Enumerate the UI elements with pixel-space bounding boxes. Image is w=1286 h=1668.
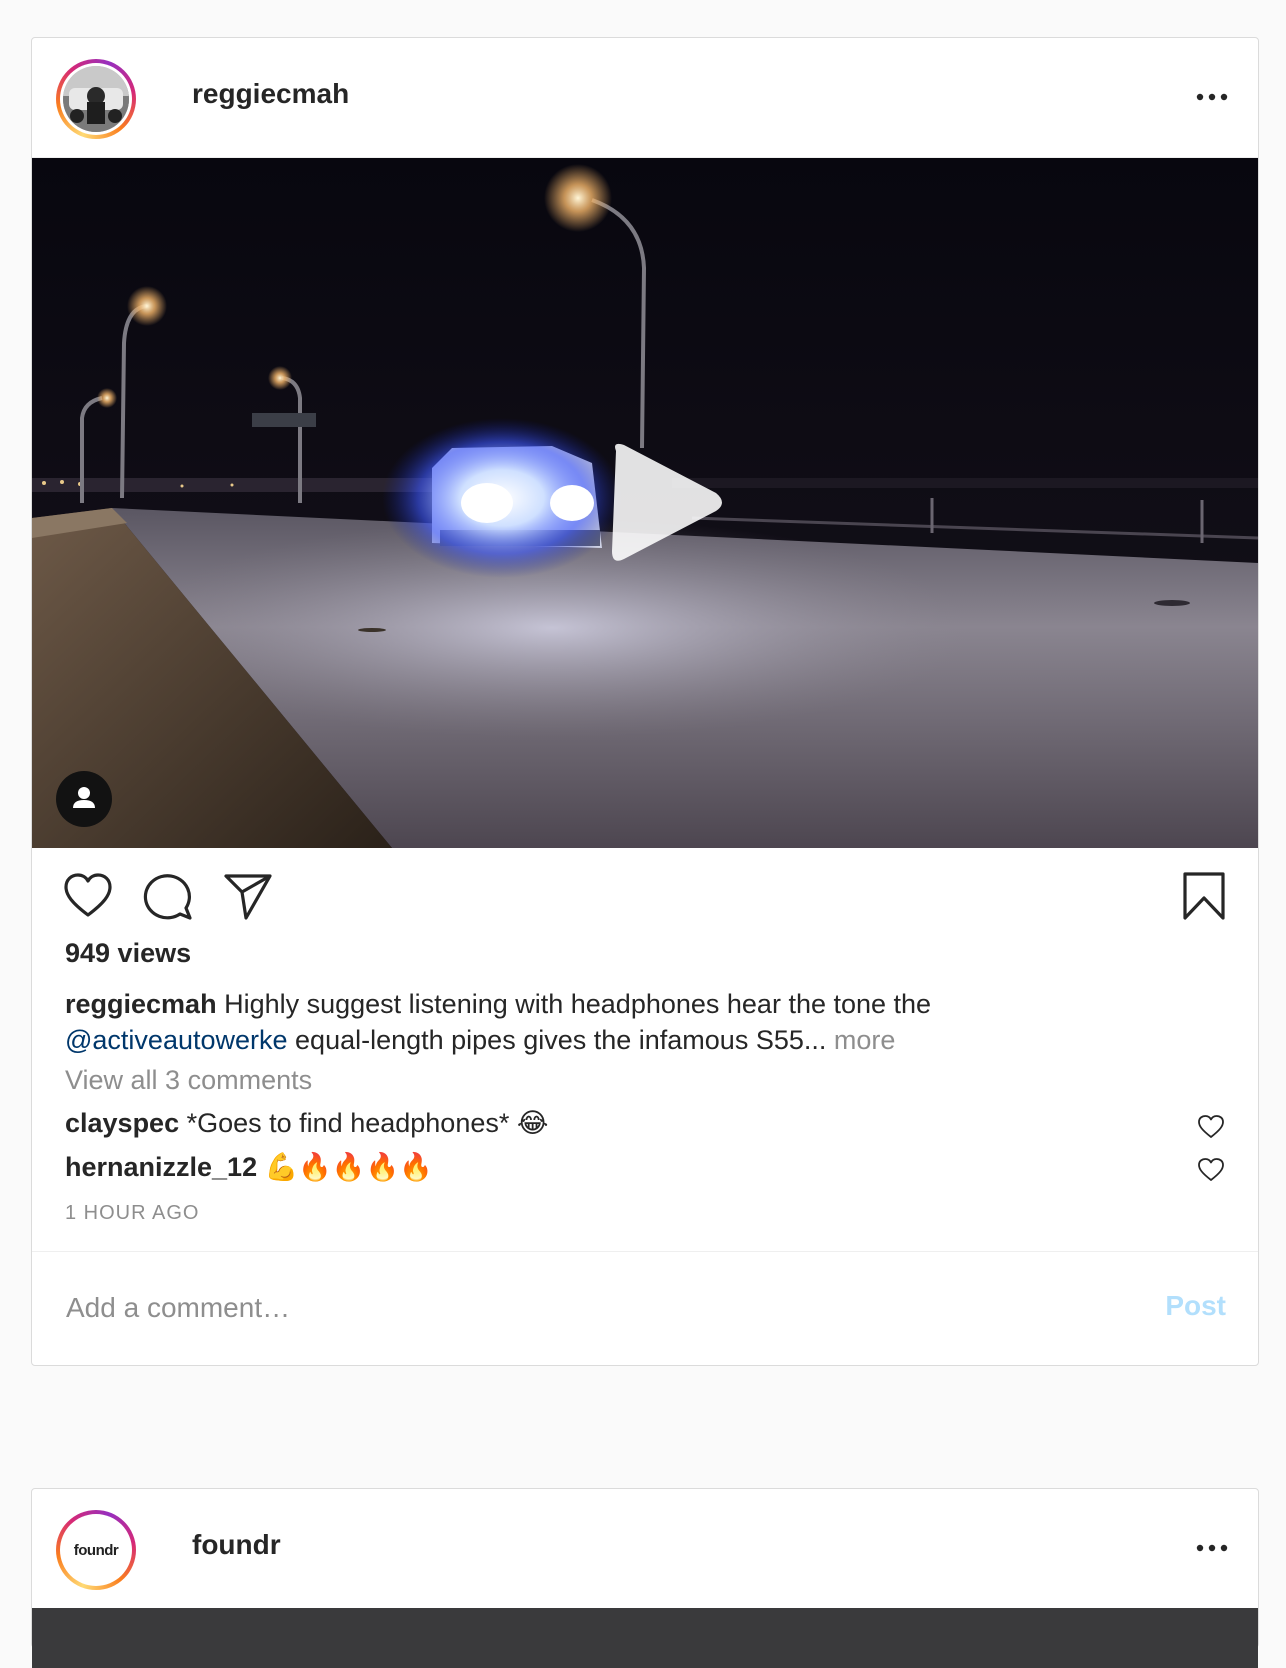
save-button[interactable] [1178, 870, 1230, 922]
caption-text: Highly suggest listening with headphones… [224, 989, 932, 1019]
post-header: reggiecmah [32, 38, 1258, 158]
comment-input[interactable] [64, 1282, 1068, 1334]
play-icon [612, 443, 722, 561]
post-caption: reggiecmah Highly suggest listening with… [65, 986, 1215, 1058]
comment-text: *Goes to find headphones* 😂 [186, 1108, 549, 1138]
user-tag-button[interactable] [56, 771, 112, 827]
heart-outline-icon [64, 873, 112, 917]
avatar[interactable]: foundr [56, 1510, 136, 1590]
comment-username[interactable]: clayspec [65, 1108, 179, 1138]
post-timestamp[interactable]: 1 HOUR AGO [65, 1202, 199, 1225]
comment-like-button[interactable] [1197, 1156, 1225, 1184]
profile-photo-image [63, 66, 129, 132]
view-all-comments-link[interactable]: View all 3 comments [65, 1065, 312, 1096]
avatar[interactable] [56, 59, 136, 139]
comment-button[interactable] [142, 870, 194, 922]
caption-text-continued: equal-length pipes gives the infamous S5… [295, 1025, 827, 1055]
comment-row: clayspec *Goes to find headphones* 😂 [65, 1108, 1225, 1146]
ellipsis-icon [1196, 1544, 1228, 1552]
post-header: foundr foundr [32, 1489, 1258, 1609]
paper-plane-icon [224, 874, 272, 920]
post-username[interactable]: reggiecmah [192, 78, 349, 110]
heart-outline-icon [1198, 1158, 1224, 1181]
avatar-border: foundr [60, 1514, 132, 1586]
post-comment-button[interactable]: Post [1165, 1290, 1226, 1322]
more-options-button[interactable] [1194, 1533, 1230, 1563]
play-button[interactable] [588, 433, 728, 573]
more-options-button[interactable] [1194, 82, 1230, 112]
feed-post: foundr foundr [31, 1488, 1259, 1668]
caption-more-link[interactable]: more [834, 1025, 896, 1055]
post-actions [32, 848, 1258, 940]
profile-photo [63, 66, 129, 132]
comment-row: hernanizzle_12 💪🔥🔥🔥🔥 [65, 1151, 1225, 1189]
post-video[interactable] [32, 158, 1258, 848]
comment-text: 💪🔥🔥🔥🔥 [264, 1152, 433, 1182]
share-button[interactable] [222, 870, 274, 922]
ellipsis-icon [1196, 93, 1228, 101]
post-media[interactable] [32, 1608, 1258, 1668]
view-count[interactable]: 949 views [65, 938, 191, 969]
feed-post: reggiecmah 949 views reggiecmah Highly s… [31, 37, 1259, 1366]
post-username[interactable]: foundr [192, 1529, 281, 1561]
bookmark-icon [1183, 872, 1225, 920]
user-tag-icon [73, 787, 95, 808]
like-button[interactable] [62, 870, 114, 922]
caption-username[interactable]: reggiecmah [65, 989, 217, 1019]
comment-like-button[interactable] [1197, 1113, 1225, 1141]
add-comment-section: Post [32, 1251, 1258, 1365]
caption-mention[interactable]: @activeautowerke [65, 1025, 288, 1055]
speech-bubble-icon [143, 874, 192, 920]
comment-username[interactable]: hernanizzle_12 [65, 1152, 257, 1182]
heart-outline-icon [1198, 1115, 1224, 1138]
avatar-border [60, 63, 132, 135]
foundr-logo: foundr [63, 1517, 129, 1583]
